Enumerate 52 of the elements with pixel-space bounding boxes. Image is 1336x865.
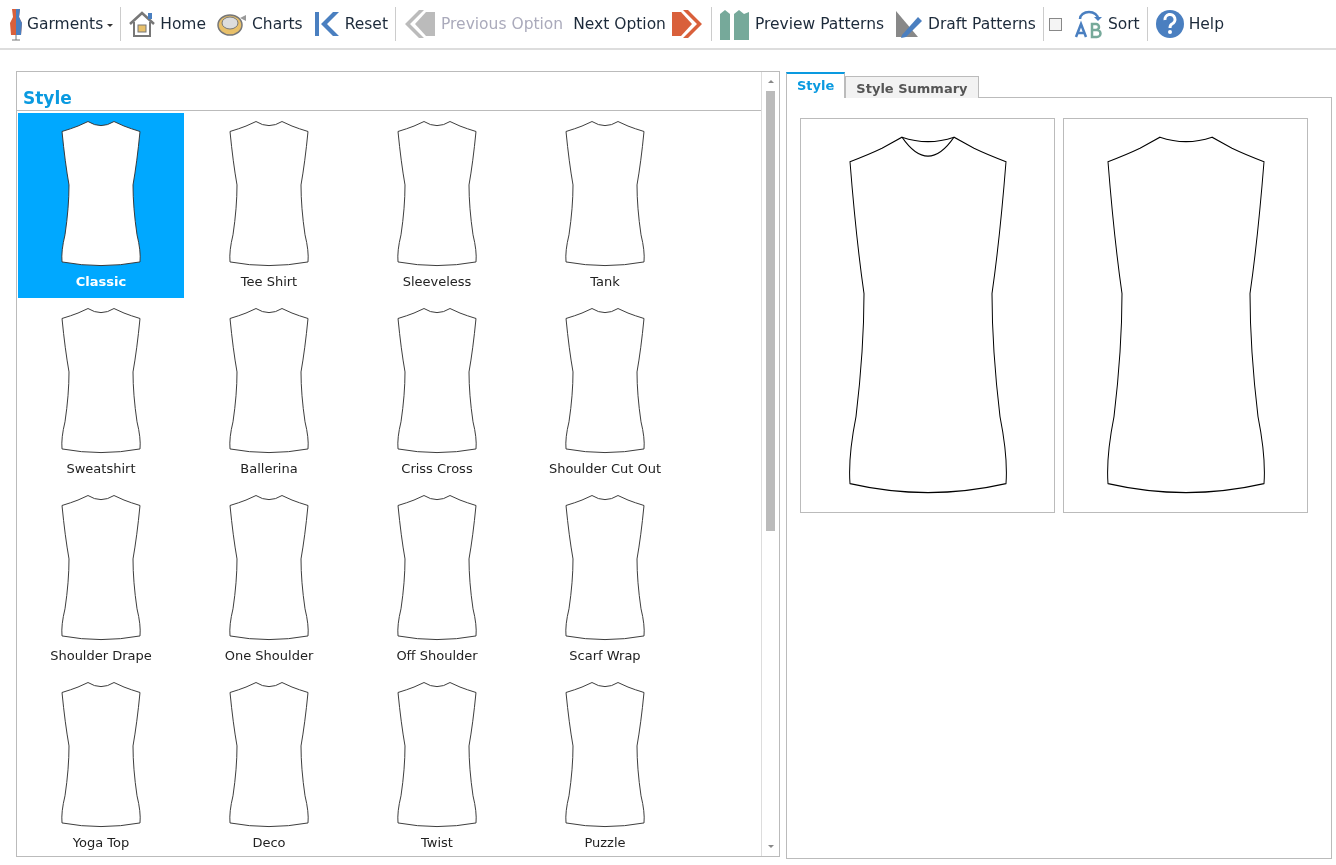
pattern-pieces-icon [718, 8, 751, 40]
double-left-arrow-icon [403, 8, 437, 40]
style-option[interactable]: Shoulder Drape [18, 487, 184, 672]
style-option[interactable]: Sweatshirt [18, 300, 184, 485]
sort-checkbox[interactable] [1048, 17, 1062, 31]
style-label: Off Shoulder [396, 648, 478, 663]
house-icon [128, 10, 157, 38]
style-label: Shoulder Cut Out [548, 461, 662, 476]
style-option[interactable]: Off Shoulder [354, 487, 520, 672]
style-label: Yoga Top [72, 835, 130, 850]
ruler-pencil-icon [894, 9, 925, 39]
toolbar-button[interactable]: Charts [214, 8, 305, 40]
toolbar-button[interactable]: Reset [310, 8, 390, 40]
style-label: Ballerina [240, 461, 298, 476]
style-option[interactable]: Tank [522, 113, 688, 298]
style-option[interactable]: Shoulder Cut Out [522, 300, 688, 485]
dress-form-icon [9, 7, 23, 41]
style-label: Classic [75, 274, 127, 289]
toolbar-button[interactable]: Home [126, 8, 208, 40]
style-option[interactable]: Sleeveless [354, 113, 520, 298]
style-label: Criss Cross [401, 461, 473, 476]
style-label: Twist [421, 835, 453, 850]
toolbar-button[interactable]: Next Option [571, 6, 706, 42]
toolbar-button[interactable]: Draft Patterns [892, 7, 1038, 41]
style-label: Sleeveless [402, 274, 472, 289]
style-label: Sweatshirt [66, 461, 136, 476]
sort-button[interactable]: Sort [1071, 7, 1142, 41]
style-option[interactable]: Tee Shirt [186, 113, 352, 298]
style-option[interactable]: One Shoulder [186, 487, 352, 672]
help-icon [1154, 9, 1185, 39]
style-option[interactable]: Ballerina [186, 300, 352, 485]
rewind-icon [312, 10, 341, 38]
style-label: Deco [252, 835, 286, 850]
style-option[interactable]: Scarf Wrap [522, 487, 688, 672]
double-right-arrow-icon [669, 8, 704, 40]
style-label: One Shoulder [224, 648, 314, 663]
style-label: Shoulder Drape [50, 648, 152, 663]
style-option[interactable]: Twist [354, 674, 520, 856]
style-option[interactable]: Deco [186, 674, 352, 856]
panel-title: Style [17, 72, 761, 111]
toolbar-button[interactable]: Help [1152, 7, 1226, 41]
panel-tab[interactable]: Style Summary [845, 76, 979, 98]
style-label: Tee Shirt [240, 274, 298, 289]
garments-menu-button[interactable]: Garments [7, 5, 116, 43]
sort-ab-icon [1073, 9, 1104, 39]
style-option[interactable]: Puzzle [522, 674, 688, 856]
toolbar-button[interactable]: Preview Patterns [716, 6, 887, 42]
style-label: Scarf Wrap [569, 648, 641, 663]
style-label: Puzzle [584, 835, 626, 850]
style-option[interactable]: Yoga Top [18, 674, 184, 856]
style-option[interactable]: Criss Cross [354, 300, 520, 485]
style-label: Tank [590, 274, 620, 289]
